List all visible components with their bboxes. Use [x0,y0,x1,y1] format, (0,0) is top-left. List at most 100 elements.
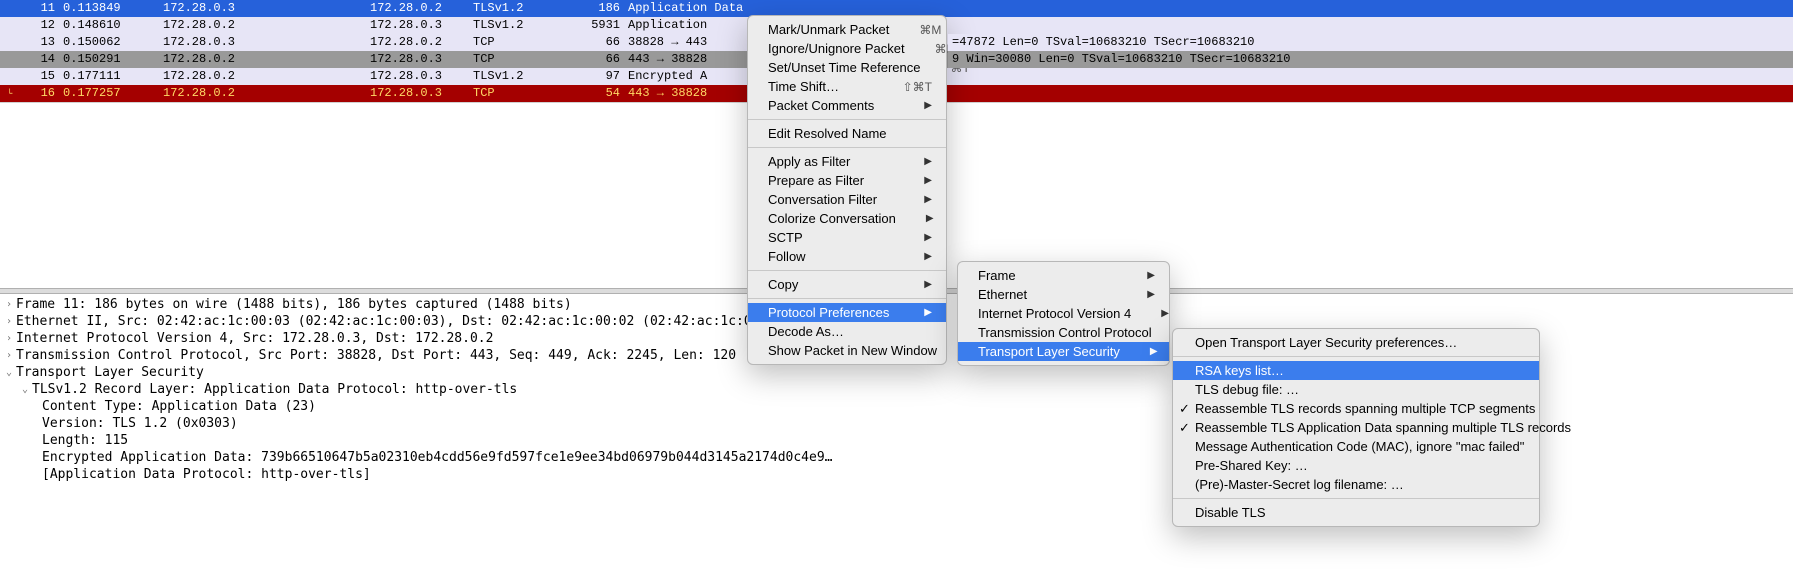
packet-col-len: 186 [578,0,628,17]
packet-col-dst: 172.28.0.2 [370,0,473,17]
packet-col-len: 66 [578,34,628,51]
menu-colorize-conversation[interactable]: Colorize Conversation▶ [748,209,946,228]
packet-col-no: 16 [8,85,63,102]
submenu-ipv4[interactable]: Internet Protocol Version 4▶ [958,304,1169,323]
menu-apply-as-filter[interactable]: Apply as Filter▶ [748,152,946,171]
packet-col-proto: TLSv1.2 [473,68,578,85]
packet-col-len: 66 [578,51,628,68]
check-icon: ✓ [1179,401,1190,417]
expand-icon[interactable]: › [2,330,16,347]
submenu-disable-tls[interactable]: Disable TLS [1173,503,1539,522]
menu-protocol-preferences[interactable]: Protocol Preferences▶ [748,303,946,322]
packet-col-src: 172.28.0.2 [163,85,370,102]
check-icon: ✓ [1179,420,1190,436]
packet-col-dst: 172.28.0.2 [370,34,473,51]
menu-conversation-filter[interactable]: Conversation Filter▶ [748,190,946,209]
shortcut-label: ⌘M [919,23,941,37]
submenu-rsa-keys-list[interactable]: RSA keys list… [1173,361,1539,380]
tree-label: Version: TLS 1.2 (0x0303) [42,415,238,432]
menu-time-reference[interactable]: Set/Unset Time Reference⌘T [748,58,946,77]
submenu-arrow-icon: ▶ [1147,289,1155,300]
submenu-tls-debug-file[interactable]: TLS debug file: … [1173,380,1539,399]
submenu-mac-ignore[interactable]: Message Authentication Code (MAC), ignor… [1173,437,1539,456]
packet-col-src: 172.28.0.2 [163,17,370,34]
menu-follow[interactable]: Follow▶ [748,247,946,266]
packet-info-continued: =47872 Len=0 TSval=10683210 TSecr=106832… [948,34,1262,51]
tree-label: Length: 115 [42,432,128,449]
packet-col-no: 15 [8,68,63,85]
collapse-icon[interactable]: ⌄ [2,364,16,381]
submenu-reassemble-appdata[interactable]: ✓Reassemble TLS Application Data spannin… [1173,418,1539,437]
submenu-arrow-icon: ▶ [924,279,932,290]
protocol-preferences-submenu[interactable]: Frame▶ Ethernet▶ Internet Protocol Versi… [957,261,1170,366]
shortcut-label: ⇧⌘T [903,80,932,94]
submenu-arrow-icon: ▶ [924,156,932,167]
packet-col-proto: TCP [473,34,578,51]
submenu-arrow-icon: ▶ [924,175,932,186]
packet-end-marker: └ [7,89,12,99]
tls-preferences-submenu[interactable]: Open Transport Layer Security preference… [1172,328,1540,527]
menu-time-shift[interactable]: Time Shift…⇧⌘T [748,77,946,96]
tree-label: Ethernet II, Src: 02:42:ac:1c:00:03 (02:… [16,313,791,330]
submenu-arrow-icon: ▶ [1147,270,1155,281]
packet-col-time: 0.148610 [63,17,163,34]
tree-label: Encrypted Application Data: 739b66510647… [42,449,833,466]
submenu-tls[interactable]: Transport Layer Security▶ [958,342,1169,361]
tree-label: [Application Data Protocol: http-over-tl… [42,466,371,483]
menu-decode-as[interactable]: Decode As… [748,322,946,341]
collapse-icon[interactable]: ⌄ [18,381,32,398]
tree-label: Content Type: Application Data (23) [42,398,316,415]
packet-col-no: 13 [8,34,63,51]
submenu-reassemble-records[interactable]: ✓Reassemble TLS records spanning multipl… [1173,399,1539,418]
packet-col-dst: 172.28.0.3 [370,68,473,85]
menu-show-packet-new-window[interactable]: Show Packet in New Window [748,341,946,360]
packet-col-len: 54 [578,85,628,102]
submenu-tcp[interactable]: Transmission Control Protocol▶ [958,323,1169,342]
menu-copy[interactable]: Copy▶ [748,275,946,294]
packet-col-time: 0.113849 [63,0,163,17]
packet-col-src: 172.28.0.3 [163,0,370,17]
packet-col-no: 12 [8,17,63,34]
submenu-arrow-icon: ▶ [924,251,932,262]
menu-separator [1173,498,1539,499]
packet-col-time: 0.177257 [63,85,163,102]
submenu-arrow-icon: ▶ [1150,346,1158,357]
packet-col-dst: 172.28.0.3 [370,51,473,68]
tree-label: Frame 11: 186 bytes on wire (1488 bits),… [16,296,572,313]
packet-col-len: 5931 [578,17,628,34]
packet-col-dst: 172.28.0.3 [370,85,473,102]
packet-col-proto: TLSv1.2 [473,17,578,34]
context-menu[interactable]: Mark/Unmark Packet⌘M Ignore/Unignore Pac… [747,15,947,365]
menu-prepare-as-filter[interactable]: Prepare as Filter▶ [748,171,946,190]
packet-col-src: 172.28.0.2 [163,51,370,68]
submenu-psk[interactable]: Pre-Shared Key: … [1173,456,1539,475]
submenu-open-tls-prefs[interactable]: Open Transport Layer Security preference… [1173,333,1539,352]
packet-col-time: 0.150062 [63,34,163,51]
submenu-arrow-icon: ▶ [926,213,934,224]
menu-mark-packet[interactable]: Mark/Unmark Packet⌘M [748,20,946,39]
packet-col-src: 172.28.0.3 [163,34,370,51]
submenu-frame[interactable]: Frame▶ [958,266,1169,285]
expand-icon[interactable]: › [2,296,16,313]
menu-separator [748,119,946,120]
submenu-arrow-icon: ▶ [924,307,932,318]
menu-separator [1173,356,1539,357]
menu-packet-comments[interactable]: Packet Comments▶ [748,96,946,115]
expand-icon[interactable]: › [2,347,16,364]
packet-col-time: 0.150291 [63,51,163,68]
tree-label: Transport Layer Security [16,364,204,381]
packet-col-no: 14 [8,51,63,68]
submenu-arrow-icon: ▶ [924,194,932,205]
menu-ignore-packet[interactable]: Ignore/Unignore Packet⌘D [748,39,946,58]
tree-label: TLSv1.2 Record Layer: Application Data P… [32,381,517,398]
submenu-ethernet[interactable]: Ethernet▶ [958,285,1169,304]
menu-sctp[interactable]: SCTP▶ [748,228,946,247]
packet-col-time: 0.177111 [63,68,163,85]
packet-col-proto: TCP [473,85,578,102]
submenu-arrow-icon: ▶ [1161,308,1169,319]
packet-info-continued: 9 Win=30080 Len=0 TSval=10683210 TSecr=1… [948,51,1298,68]
tree-label: Internet Protocol Version 4, Src: 172.28… [16,330,493,347]
submenu-premaster[interactable]: (Pre)-Master-Secret log filename: … [1173,475,1539,494]
menu-edit-resolved-name[interactable]: Edit Resolved Name [748,124,946,143]
expand-icon[interactable]: › [2,313,16,330]
